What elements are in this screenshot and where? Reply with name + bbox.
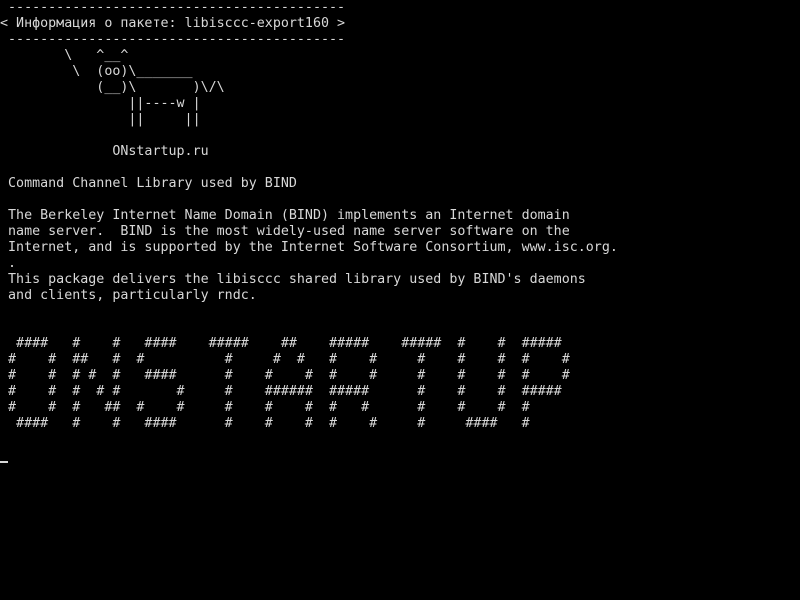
description-line: and clients, particularly rndc. — [0, 288, 257, 303]
cow-art-line: ||----w | — [0, 96, 201, 111]
cow-art-line: || || — [0, 112, 201, 127]
banner-bottom-border: ----------------------------------------… — [0, 32, 346, 47]
ascii-banner-line: #### # # #### # # # # # # #### # — [0, 416, 530, 431]
description-line: Internet, and is supported by the Intern… — [0, 240, 618, 255]
ascii-banner-line: #### # # #### ##### ## ##### ##### # # #… — [0, 336, 562, 351]
description-line: The Berkeley Internet Name Domain (BIND)… — [0, 208, 570, 223]
ascii-banner-line: # # # # # # # ###### ##### # # # ##### — [0, 384, 562, 399]
terminal-screen[interactable]: ----------------------------------------… — [0, 0, 800, 600]
ascii-banner-line: # # # ## # # # # # # # # # # # — [0, 400, 530, 415]
text-cursor — [0, 461, 8, 463]
package-summary: Command Channel Library used by BIND — [0, 176, 297, 191]
site-label: ONstartup.ru — [0, 144, 209, 159]
description-line: . — [0, 256, 17, 271]
banner-title: < Информация о пакете: libisccc-export16… — [0, 16, 346, 31]
description-line: This package delivers the libisccc share… — [0, 272, 586, 287]
ascii-banner-line: # # ## # # # # # # # # # # # # — [0, 352, 570, 367]
cow-art-line: \ (oo)\_______ — [0, 64, 193, 79]
description-line: name server. BIND is the most widely-use… — [0, 224, 570, 239]
banner-top-border: ----------------------------------------… — [0, 0, 346, 15]
ascii-banner-line: # # # # # #### # # # # # # # # # # — [0, 368, 570, 383]
cow-art-line: \ ^__^ — [0, 48, 129, 63]
cow-art-line: (__)\ )\/\ — [0, 80, 225, 95]
